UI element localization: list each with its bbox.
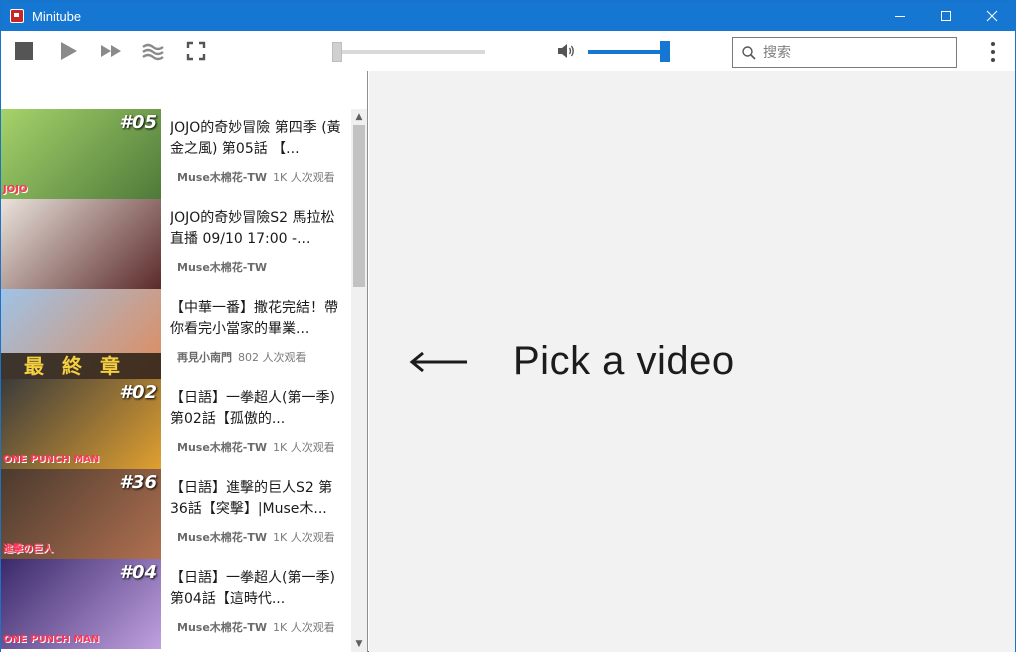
- fullscreen-icon: [186, 41, 206, 61]
- speaker-icon: [558, 44, 574, 58]
- thumbnail-caption: JOJO: [3, 184, 28, 195]
- video-title[interactable]: JOJO的奇妙冒險 第四季 (黃金之風) 第05話 【...: [170, 118, 345, 160]
- channel-name[interactable]: 再見小南門: [177, 351, 232, 364]
- search-input[interactable]: [763, 44, 953, 61]
- video-thumbnail[interactable]: #36 進擊の巨人: [1, 469, 161, 559]
- seek-slider-handle[interactable]: [332, 42, 342, 62]
- playlist-panel: #05 JOJO JOJO的奇妙冒險 第四季 (黃金之風) 第05話 【... Mus…: [1, 71, 368, 652]
- main-menu-button[interactable]: [983, 39, 1003, 65]
- volume-slider-track[interactable]: [588, 50, 666, 54]
- minimize-button[interactable]: [877, 1, 923, 31]
- episode-tag: #36: [119, 472, 157, 493]
- video-item[interactable]: 最終章 【中華一番】撒花完結！帶你看完小當家的畢業... 再見小南門 802 人次观看: [1, 289, 351, 379]
- skip-forward-icon: [101, 45, 121, 57]
- video-meta: JOJO的奇妙冒險S2 馬拉松直播 09/10 17:00 -... Muse木棉…: [170, 208, 345, 289]
- pick-video-prompt: Pick a video: [409, 339, 735, 384]
- view-count: 1K 人次观看: [273, 171, 335, 184]
- video-area[interactable]: Pick a video: [369, 71, 1015, 652]
- volume-slider-handle[interactable]: [660, 41, 670, 62]
- app-icon: [10, 9, 24, 23]
- search-box[interactable]: [732, 37, 957, 68]
- video-thumbnail[interactable]: [1, 199, 161, 289]
- skip-forward-button[interactable]: [98, 39, 124, 63]
- play-icon: [61, 42, 77, 60]
- maximize-icon: [941, 11, 951, 21]
- channel-name[interactable]: Muse木棉花-TW: [177, 441, 267, 454]
- pick-video-message: Pick a video: [513, 339, 735, 383]
- video-item[interactable]: JOJO的奇妙冒險S2 馬拉松直播 09/10 17:00 -... Muse木棉…: [1, 199, 351, 289]
- volume-slider-fill: [588, 50, 660, 54]
- video-title[interactable]: 【日語】一拳超人(第一季) 第04話【這時代...: [170, 568, 345, 610]
- video-meta: 【日語】進擊的巨人S2 第36話【突擊】|Muse木... Muse木棉花-TW 1…: [170, 478, 345, 559]
- menu-dot: [991, 58, 995, 62]
- episode-tag: #05: [119, 112, 157, 133]
- close-icon: [986, 10, 998, 22]
- playlist-scrollbar[interactable]: ▲ ▼: [351, 109, 367, 652]
- view-count: 802 人次观看: [238, 351, 307, 364]
- video-item[interactable]: #05 JOJO JOJO的奇妙冒險 第四季 (黃金之風) 第05話 【... Mus…: [1, 109, 351, 199]
- app-window: Minitube 搜索 #05 JOJO JOJO的奇妙冒險 第四季 (黃金之風…: [0, 0, 1016, 652]
- view-count: 1K 人次观看: [273, 621, 335, 634]
- toolbar: [1, 31, 1015, 71]
- video-subtitle: Muse木棉花-TW 1K 人次观看: [170, 169, 345, 185]
- video-meta: 【日語】一拳超人(第一季) 第04話【這時代... Muse木棉花-TW 1K 人次…: [170, 568, 345, 649]
- video-item[interactable]: #04 ONE PUNCH MAN 【日語】一拳超人(第一季) 第04話【這時代..…: [1, 559, 351, 649]
- maximize-button[interactable]: [923, 1, 969, 31]
- play-button[interactable]: [55, 39, 81, 63]
- window-controls: [877, 1, 1015, 31]
- thumbnail-caption: 進擊の巨人: [3, 544, 53, 555]
- channel-name[interactable]: Muse木棉花-TW: [177, 531, 267, 544]
- video-subtitle: Muse木棉花-TW 1K 人次观看: [170, 529, 345, 545]
- video-meta: JOJO的奇妙冒險 第四季 (黃金之風) 第05話 【... Muse木棉花-TW…: [170, 118, 345, 199]
- scroll-down-button[interactable]: ▼: [351, 636, 367, 652]
- stop-button[interactable]: [11, 39, 37, 63]
- thumbnail-caption: ONE PUNCH MAN: [3, 454, 100, 465]
- minimize-icon: [895, 16, 905, 17]
- menu-dot: [991, 50, 995, 54]
- video-list: #05 JOJO JOJO的奇妙冒險 第四季 (黃金之風) 第05話 【... Mus…: [1, 109, 351, 649]
- video-item[interactable]: #02 ONE PUNCH MAN 【日語】一拳超人(第一季) 第02話【孤傲的..…: [1, 379, 351, 469]
- wave-definition-icon: [142, 43, 164, 61]
- thumbnail-caption: ONE PUNCH MAN: [3, 634, 100, 645]
- video-thumbnail[interactable]: #05 JOJO: [1, 109, 161, 199]
- close-button[interactable]: [969, 1, 1015, 31]
- search-icon: [742, 45, 756, 60]
- view-count: 1K 人次观看: [273, 441, 335, 454]
- video-title[interactable]: 【日語】一拳超人(第一季) 第02話【孤傲的...: [170, 388, 345, 430]
- video-meta: 【日語】一拳超人(第一季) 第02話【孤傲的... Muse木棉花-TW 1K 人次…: [170, 388, 345, 469]
- video-item[interactable]: #36 進擊の巨人 【日語】進擊的巨人S2 第36話【突擊】|Muse木... Mus…: [1, 469, 351, 559]
- thumbnail-caption: 最終章: [1, 353, 161, 379]
- video-thumbnail[interactable]: #02 ONE PUNCH MAN: [1, 379, 161, 469]
- video-title[interactable]: 【日語】進擊的巨人S2 第36話【突擊】|Muse木...: [170, 478, 345, 520]
- view-count: 1K 人次观看: [273, 531, 335, 544]
- scrollbar-thumb[interactable]: [353, 125, 365, 287]
- scroll-up-button[interactable]: ▲: [351, 109, 367, 125]
- channel-name[interactable]: Muse木棉花-TW: [177, 261, 267, 274]
- video-title[interactable]: JOJO的奇妙冒險S2 馬拉松直播 09/10 17:00 -...: [170, 208, 345, 250]
- volume-button[interactable]: [553, 39, 579, 63]
- window-title: Minitube: [32, 8, 82, 24]
- episode-tag: #04: [119, 562, 157, 583]
- video-subtitle: 再見小南門 802 人次观看: [170, 349, 345, 365]
- video-thumbnail[interactable]: 最終章: [1, 289, 161, 379]
- channel-name[interactable]: Muse木棉花-TW: [177, 171, 267, 184]
- left-arrow-icon: [409, 351, 467, 372]
- video-meta: 【中華一番】撒花完結！帶你看完小當家的畢業... 再見小南門 802 人次观看: [170, 298, 345, 379]
- vertical-dots-icon: [991, 42, 995, 46]
- seek-slider-track[interactable]: [332, 50, 485, 54]
- title-bar[interactable]: Minitube: [1, 1, 1015, 31]
- video-subtitle: Muse木棉花-TW: [170, 259, 345, 275]
- channel-name[interactable]: Muse木棉花-TW: [177, 621, 267, 634]
- video-thumbnail[interactable]: #04 ONE PUNCH MAN: [1, 559, 161, 649]
- video-subtitle: Muse木棉花-TW 1K 人次观看: [170, 619, 345, 635]
- fullscreen-button[interactable]: [183, 39, 209, 63]
- video-subtitle: Muse木棉花-TW 1K 人次观看: [170, 439, 345, 455]
- stop-icon: [15, 42, 33, 60]
- episode-tag: #02: [119, 382, 157, 403]
- video-title[interactable]: 【中華一番】撒花完結！帶你看完小當家的畢業...: [170, 298, 345, 340]
- definition-button[interactable]: [140, 39, 166, 63]
